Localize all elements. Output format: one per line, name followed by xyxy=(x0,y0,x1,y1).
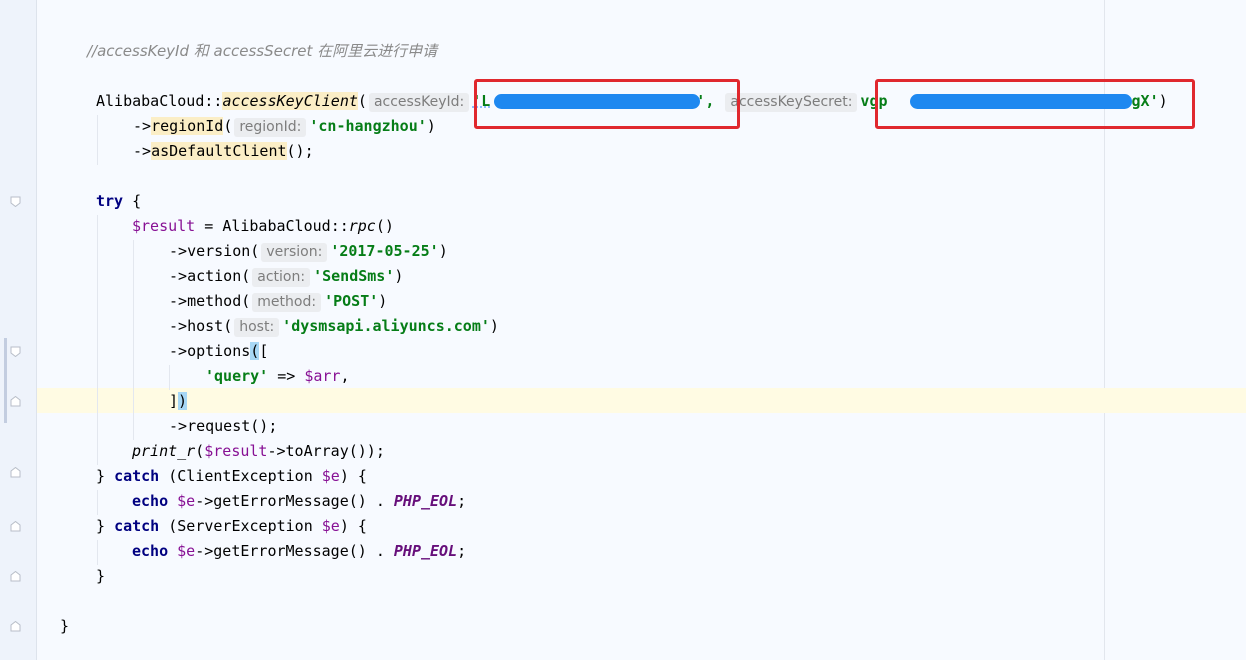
indent-guide xyxy=(97,115,98,165)
param-hint: accessKeySecret: xyxy=(725,93,858,112)
variable-result: $result xyxy=(132,217,196,235)
host-value: 'dysmsapi.aliyuncs.com' xyxy=(282,317,490,335)
code-line-catch-server[interactable]: } catch (ServerException $e) { xyxy=(96,514,367,539)
code-line-request[interactable]: ->request(); xyxy=(169,414,277,439)
code-line-comment[interactable]: //accessKeyId 和 accessSecret 在阿里云进行申请 xyxy=(87,39,437,64)
method-request: request xyxy=(187,417,251,435)
method-version: version xyxy=(187,242,251,260)
code-line-method[interactable]: ->method(method: 'POST') xyxy=(169,289,387,314)
code-line-query[interactable]: 'query' => $arr, xyxy=(205,364,350,389)
code-line-echo-server[interactable]: echo $e->getErrorMessage() . PHP_EOL; xyxy=(132,539,466,564)
keyword-catch: catch xyxy=(114,467,160,485)
variable-e: $e xyxy=(321,517,340,535)
code-line-close-options[interactable]: ]) xyxy=(169,389,188,414)
redaction-box-access-key-secret xyxy=(875,79,1195,129)
keyword-echo: echo xyxy=(132,542,169,560)
variable-e: $e xyxy=(177,492,196,510)
variable-arr: $arr xyxy=(304,367,341,385)
function-print-r: print_r xyxy=(132,442,196,460)
fold-close-icon[interactable] xyxy=(10,621,21,632)
param-hint: method: xyxy=(252,293,322,312)
method-value: 'POST' xyxy=(324,292,379,310)
param-hint: host: xyxy=(234,318,280,337)
code-line-print[interactable]: print_r($result->toArray()); xyxy=(132,439,385,464)
constant-php-eol: PHP_EOL xyxy=(393,492,458,510)
code-line-region[interactable]: ->regionId(regionId:'cn-hangzhou') xyxy=(133,114,436,139)
fold-close-icon[interactable] xyxy=(10,396,21,407)
client-exception: ClientException xyxy=(177,467,313,485)
current-line-highlight xyxy=(37,388,1246,413)
fold-close-icon[interactable] xyxy=(10,521,21,532)
code-line-default-client[interactable]: ->asDefaultClient(); xyxy=(133,139,314,164)
method-method: method xyxy=(187,292,242,310)
method-access-key-client: accessKeyClient xyxy=(222,92,358,110)
code-line-try[interactable]: try { xyxy=(96,189,141,214)
method-get-error-message: getErrorMessage xyxy=(213,542,349,560)
code-line-version[interactable]: ->version(version: '2017-05-25') xyxy=(169,239,448,264)
code-line-action[interactable]: ->action(action: 'SendSms') xyxy=(169,264,403,289)
indent-guide xyxy=(97,215,98,465)
code-line-close-try[interactable]: } xyxy=(96,564,105,589)
code-line-catch-client[interactable]: } catch (ClientException $e) { xyxy=(96,464,367,489)
method-to-array: toArray xyxy=(285,442,349,460)
variable-e: $e xyxy=(321,467,340,485)
method-rpc: rpc xyxy=(348,217,376,235)
constant-php-eol: PHP_EOL xyxy=(393,542,458,560)
indent-guide xyxy=(97,490,98,515)
param-hint: version: xyxy=(261,243,328,262)
change-marker xyxy=(4,338,7,423)
fold-close-icon[interactable] xyxy=(10,571,21,582)
fold-open-icon[interactable] xyxy=(10,346,21,357)
fold-close-icon[interactable] xyxy=(10,467,21,478)
redaction-box-access-key-id xyxy=(474,79,740,129)
code-line-echo-client[interactable]: echo $e->getErrorMessage() . PHP_EOL; xyxy=(132,489,466,514)
action-value: 'SendSms' xyxy=(313,267,395,285)
server-exception: ServerException xyxy=(177,517,313,535)
query-key: 'query' xyxy=(205,367,269,385)
keyword-try: try xyxy=(96,192,124,210)
keyword-echo: echo xyxy=(132,492,169,510)
editor-gutter xyxy=(0,0,36,660)
code-line-host[interactable]: ->host(host:'dysmsapi.aliyuncs.com') xyxy=(169,314,499,339)
method-region-id: regionId xyxy=(151,117,224,135)
gutter-separator xyxy=(36,0,37,660)
variable-e: $e xyxy=(177,542,196,560)
indent-guide xyxy=(97,540,98,565)
code-line-options[interactable]: ->options([ xyxy=(169,339,268,364)
variable-result: $result xyxy=(204,442,268,460)
keyword-catch: catch xyxy=(114,517,160,535)
rpc-class: AlibabaCloud xyxy=(222,217,331,235)
code-line-result[interactable]: $result = AlibabaCloud::rpc() xyxy=(132,214,394,239)
indent-guide xyxy=(133,240,134,440)
method-options: options xyxy=(187,342,251,360)
class-name: AlibabaCloud xyxy=(96,92,205,110)
version-value: '2017-05-25' xyxy=(330,242,439,260)
code-line-close-function[interactable]: } xyxy=(60,614,69,639)
method-action: action xyxy=(187,267,242,285)
comment-text: //accessKeyId 和 accessSecret 在阿里云进行申请 xyxy=(87,42,438,60)
fold-open-icon[interactable] xyxy=(10,196,21,207)
region-value: 'cn-hangzhou' xyxy=(309,117,427,135)
indent-guide xyxy=(169,365,170,390)
method-host: host xyxy=(187,317,224,335)
param-hint: action: xyxy=(252,268,311,287)
param-hint: accessKeyId: xyxy=(368,93,470,112)
param-hint: regionId: xyxy=(234,118,307,137)
method-as-default-client: asDefaultClient xyxy=(151,142,287,160)
method-get-error-message: getErrorMessage xyxy=(213,492,349,510)
